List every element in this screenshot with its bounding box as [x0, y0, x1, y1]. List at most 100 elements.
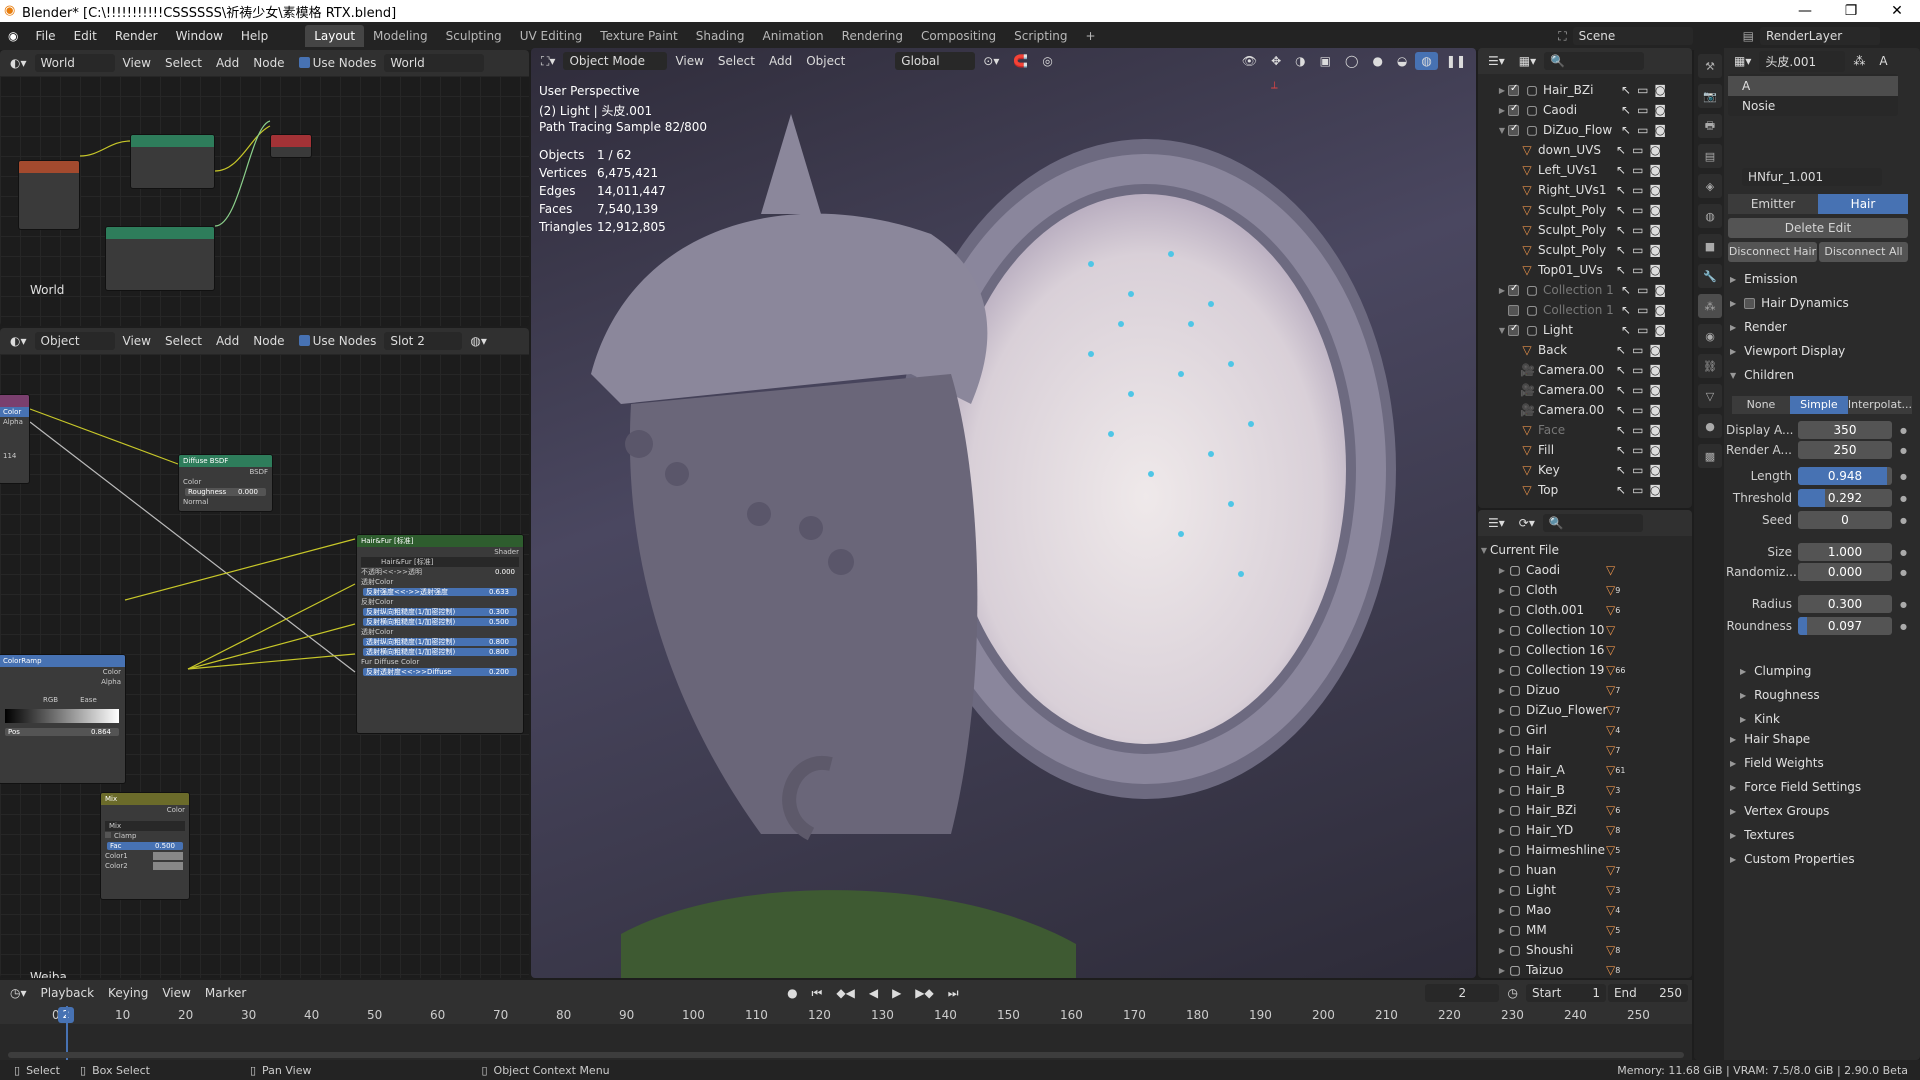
disconnect-all-button[interactable]: Disconnect All [1819, 242, 1908, 262]
panel-section[interactable]: ▶ Custom Properties [1724, 848, 1920, 870]
select-arrow-icon[interactable]: ↖ [1616, 223, 1626, 237]
use-nodes-checkbox[interactable]: Use Nodes [293, 54, 383, 72]
expand-arrow-icon[interactable]: ▶ [1496, 926, 1508, 935]
file-collection-item[interactable]: ▶ ▢ Hairmeshline ▽ 5 [1478, 840, 1692, 860]
property-field[interactable]: 350 [1798, 421, 1892, 439]
expand-arrow-icon[interactable]: ▶ [1496, 826, 1508, 835]
expand-arrow-icon[interactable]: ▶ [1496, 626, 1508, 635]
close-button[interactable]: ✕ [1874, 3, 1920, 19]
select-arrow-icon[interactable]: ↖ [1616, 343, 1626, 357]
hair-input-row[interactable]: 反射Color [357, 597, 523, 607]
expand-arrow-icon[interactable]: ▶ [1496, 846, 1508, 855]
hair-input-row[interactable]: 反射纵向粗糙度(1/加密控制) 0.300 [357, 607, 523, 617]
render-visibility-icon[interactable]: ◙ [1649, 443, 1661, 457]
add-workspace-button[interactable]: + [1077, 25, 1105, 47]
play-reverse-button[interactable]: ◀ [863, 984, 884, 1002]
outliner-item[interactable]: 🎥 Camera.00 ↖ ▭ ◙ [1478, 400, 1692, 420]
menu-object[interactable]: Object [800, 52, 851, 70]
material-slot-dropdown[interactable]: Slot 2 [384, 332, 463, 350]
hair-input-row[interactable]: Fur Diffuse Color [357, 657, 523, 667]
viewport-visibility-icon[interactable]: ▭ [1637, 323, 1648, 337]
editor-type-icon[interactable]: ☰▾ [1482, 514, 1511, 532]
outliner-item[interactable]: ▼ ▢ DiZuo_Flow ↖ ▭ ◙ [1478, 120, 1692, 140]
outliner-search-field[interactable]: 🔍 [1544, 52, 1645, 70]
select-arrow-icon[interactable]: ↖ [1621, 303, 1631, 317]
xray-toggle-icon[interactable]: ▣ [1314, 52, 1337, 70]
tab-rendering[interactable]: Rendering [833, 25, 912, 47]
ramp-pos-field[interactable]: Pos 0.864 [0, 727, 125, 737]
pivot-icon[interactable]: ⊙▾ [977, 52, 1005, 70]
particle-system-list[interactable]: A Nosie [1728, 74, 1898, 116]
file-collection-item[interactable]: ▶ ▢ Taizuo ▽ 8 [1478, 960, 1692, 978]
shader-type-dropdown[interactable]: Object [34, 332, 115, 350]
hair-input-row[interactable]: 透射横向粗糙度(1/加密控制) 0.800 [357, 647, 523, 657]
image-texture-node-partial[interactable]: Color Alpha 114 [0, 394, 30, 484]
expand-arrow-icon[interactable]: ▶ [1496, 286, 1508, 295]
menu-render[interactable]: Render [106, 29, 167, 43]
hair-input-row[interactable]: 透射Color [357, 627, 523, 637]
next-keyframe-button[interactable]: ▶◆ [909, 984, 939, 1002]
file-collection-item[interactable]: ▶ ▢ Caodi ▽ [1478, 560, 1692, 580]
outliner-item[interactable]: ▽ Fill ↖ ▭ ◙ [1478, 440, 1692, 460]
world-node-mapping[interactable] [130, 134, 215, 189]
expand-arrow-icon[interactable]: ▶ [1496, 946, 1508, 955]
marker-menu[interactable]: Marker [199, 984, 252, 1002]
exclude-checkbox[interactable] [1508, 323, 1519, 336]
render-visibility-icon[interactable]: ◙ [1649, 243, 1661, 257]
prev-keyframe-button[interactable]: ◆◀ [830, 984, 860, 1002]
select-arrow-icon[interactable]: ↖ [1621, 283, 1631, 297]
property-field[interactable]: 0 [1798, 511, 1892, 529]
panel-section[interactable]: ▶ Emission [1724, 268, 1920, 290]
viewport-visibility-icon[interactable]: ▭ [1632, 223, 1643, 237]
viewport-visibility-icon[interactable]: ▭ [1632, 143, 1643, 157]
outliner-item[interactable]: ▽ Top ↖ ▭ ◙ [1478, 480, 1692, 500]
tab-texture-paint[interactable]: Texture Paint [591, 25, 686, 47]
outliner-item[interactable]: ▽ Key ↖ ▭ ◙ [1478, 460, 1692, 480]
property-field[interactable]: 0.097 [1798, 617, 1892, 635]
editor-type-icon[interactable]: ◐▾ [4, 54, 33, 72]
viewport-visibility-icon[interactable]: ▭ [1632, 403, 1643, 417]
file-collection-item[interactable]: ▶ ▢ Light ▽ 3 [1478, 880, 1692, 900]
mix-clamp-checkbox[interactable]: Clamp [101, 831, 189, 841]
display-mode-icon[interactable]: ▦▾ [1513, 52, 1542, 70]
menu-help[interactable]: Help [232, 29, 277, 43]
expand-arrow-icon[interactable]: ▶ [1496, 666, 1508, 675]
tab-sculpting[interactable]: Sculpting [437, 25, 511, 47]
file-collection-item[interactable]: ▶ ▢ MM ▽ 5 [1478, 920, 1692, 940]
world-shader-type-dropdown[interactable]: World [34, 54, 115, 72]
children-interpolated-button[interactable]: Interpolat... [1847, 396, 1913, 414]
expand-arrow-icon[interactable]: ▶ [1496, 806, 1508, 815]
render-visibility-icon[interactable]: ◙ [1649, 383, 1661, 397]
mix-mode-dropdown[interactable]: Mix [101, 821, 189, 831]
render-visibility-icon[interactable]: ◙ [1649, 143, 1661, 157]
viewport-visibility-icon[interactable]: ▭ [1637, 303, 1648, 317]
render-tab-icon[interactable]: 📷 [1698, 84, 1722, 108]
select-arrow-icon[interactable]: ↖ [1621, 103, 1631, 117]
viewport-visibility-icon[interactable]: ▭ [1632, 203, 1643, 217]
overlay-toggle-icon[interactable]: ◑ [1289, 52, 1311, 70]
viewport-visibility-icon[interactable]: ▭ [1632, 263, 1643, 277]
expand-arrow-icon[interactable]: ▶ [1496, 886, 1508, 895]
menu-add[interactable]: Add [763, 52, 798, 70]
outliner-item[interactable]: ▼ ▢ Light ↖ ▭ ◙ [1478, 320, 1692, 340]
view-menu[interactable]: View [156, 984, 196, 1002]
menu-node[interactable]: Node [247, 332, 290, 350]
outliner-item[interactable]: ▶ ▢ Caodi ↖ ▭ ◙ [1478, 100, 1692, 120]
keyframe-dot-icon[interactable]: ● [1900, 568, 1907, 577]
keyframe-dot-icon[interactable]: ● [1900, 426, 1907, 435]
file-collection-item[interactable]: ▶ ▢ Hair_BZi ▽ 6 [1478, 800, 1692, 820]
gizmo-toggle-icon[interactable]: ✥ [1265, 52, 1287, 70]
scene-tab-icon[interactable]: ◈ [1698, 174, 1722, 198]
menu-select[interactable]: Select [159, 332, 208, 350]
expand-arrow-icon[interactable]: ▼ [1496, 326, 1508, 335]
panel-section[interactable]: ▶ Hair Dynamics [1724, 292, 1920, 314]
outliner-item[interactable]: 🎥 Camera.00 ↖ ▭ ◙ [1478, 380, 1692, 400]
pause-render-icon[interactable]: ❚❚ [1440, 52, 1472, 70]
outliner-item[interactable]: ▽ Sculpt_Poly ↖ ▭ ◙ [1478, 200, 1692, 220]
editor-type-icon[interactable]: ⛶▾ [535, 52, 561, 71]
tab-scripting[interactable]: Scripting [1005, 25, 1076, 47]
navigation-gizmo[interactable]: ⟂ [1271, 80, 1278, 91]
outliner-item[interactable]: ▽ down_UVS ↖ ▭ ◙ [1478, 140, 1692, 160]
panel-section[interactable]: ▶ Vertex Groups [1724, 800, 1920, 822]
keyframe-dot-icon[interactable]: ● [1900, 548, 1907, 557]
